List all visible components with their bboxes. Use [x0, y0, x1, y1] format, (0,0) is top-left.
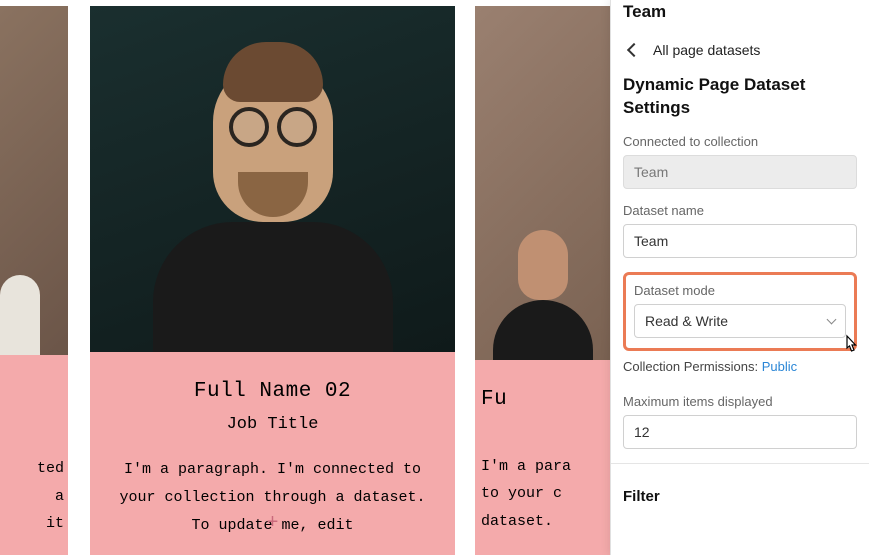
chevron-left-icon	[627, 43, 641, 57]
filter-section-title: Filter	[623, 476, 857, 505]
dataset-mode-select[interactable]: Read & Write	[634, 304, 846, 338]
field-label: Connected to collection	[623, 134, 857, 149]
paragraph-fragment: ted a it	[0, 455, 68, 538]
permissions-label: Collection Permissions:	[623, 359, 762, 374]
team-card-partial-left: ted a it	[0, 6, 68, 555]
full-name-fragment: Fu	[475, 388, 590, 411]
back-label: All page datasets	[653, 42, 760, 58]
connected-collection-field: Connected to collection Team	[623, 134, 857, 189]
team-card-center[interactable]: Full Name 02 Job Title I'm a paragraph. …	[90, 6, 455, 555]
field-label: Dataset name	[623, 203, 857, 218]
add-handle-icon[interactable]: +	[266, 512, 278, 535]
full-name: Full Name 02	[110, 380, 435, 403]
team-member-photo	[0, 6, 68, 355]
field-label: Maximum items displayed	[623, 394, 857, 409]
dataset-name-field: Dataset name	[623, 203, 857, 258]
job-title: Job Title	[110, 415, 435, 434]
collection-permissions[interactable]: Collection Permissions: Public	[623, 359, 857, 374]
connected-collection-value: Team	[623, 155, 857, 189]
paragraph-fragment: I'm a para to your c dataset.	[475, 453, 590, 536]
team-member-photo	[475, 6, 610, 360]
team-card-partial-right: Fu I'm a para to your c dataset.	[475, 6, 610, 555]
back-button[interactable]: All page datasets	[623, 36, 857, 74]
team-card-info: Full Name 02 Job Title I'm a paragraph. …	[90, 352, 455, 555]
settings-panel: Team All page datasets Dynamic Page Data…	[610, 0, 869, 555]
team-card-info: ted a it	[0, 355, 68, 555]
dataset-mode-value: Read & Write	[645, 313, 728, 329]
permissions-value: Public	[762, 359, 797, 374]
divider	[611, 463, 869, 464]
field-label: Dataset mode	[634, 283, 846, 298]
editor-canvas: ted a it Full Name 02 Job Title I'm a pa…	[0, 0, 610, 555]
pointer-cursor-icon	[842, 334, 860, 356]
max-items-field: Maximum items displayed	[623, 394, 857, 449]
max-items-input[interactable]	[623, 415, 857, 449]
dataset-name-input[interactable]	[623, 224, 857, 258]
team-member-photo	[90, 6, 455, 352]
dataset-mode-highlight: Dataset mode Read & Write	[623, 272, 857, 351]
team-card-info: Fu I'm a para to your c dataset.	[475, 360, 610, 555]
section-title: Dynamic Page Dataset Settings	[623, 74, 857, 134]
chevron-down-icon	[827, 314, 837, 324]
panel-title: Team	[623, 0, 857, 36]
